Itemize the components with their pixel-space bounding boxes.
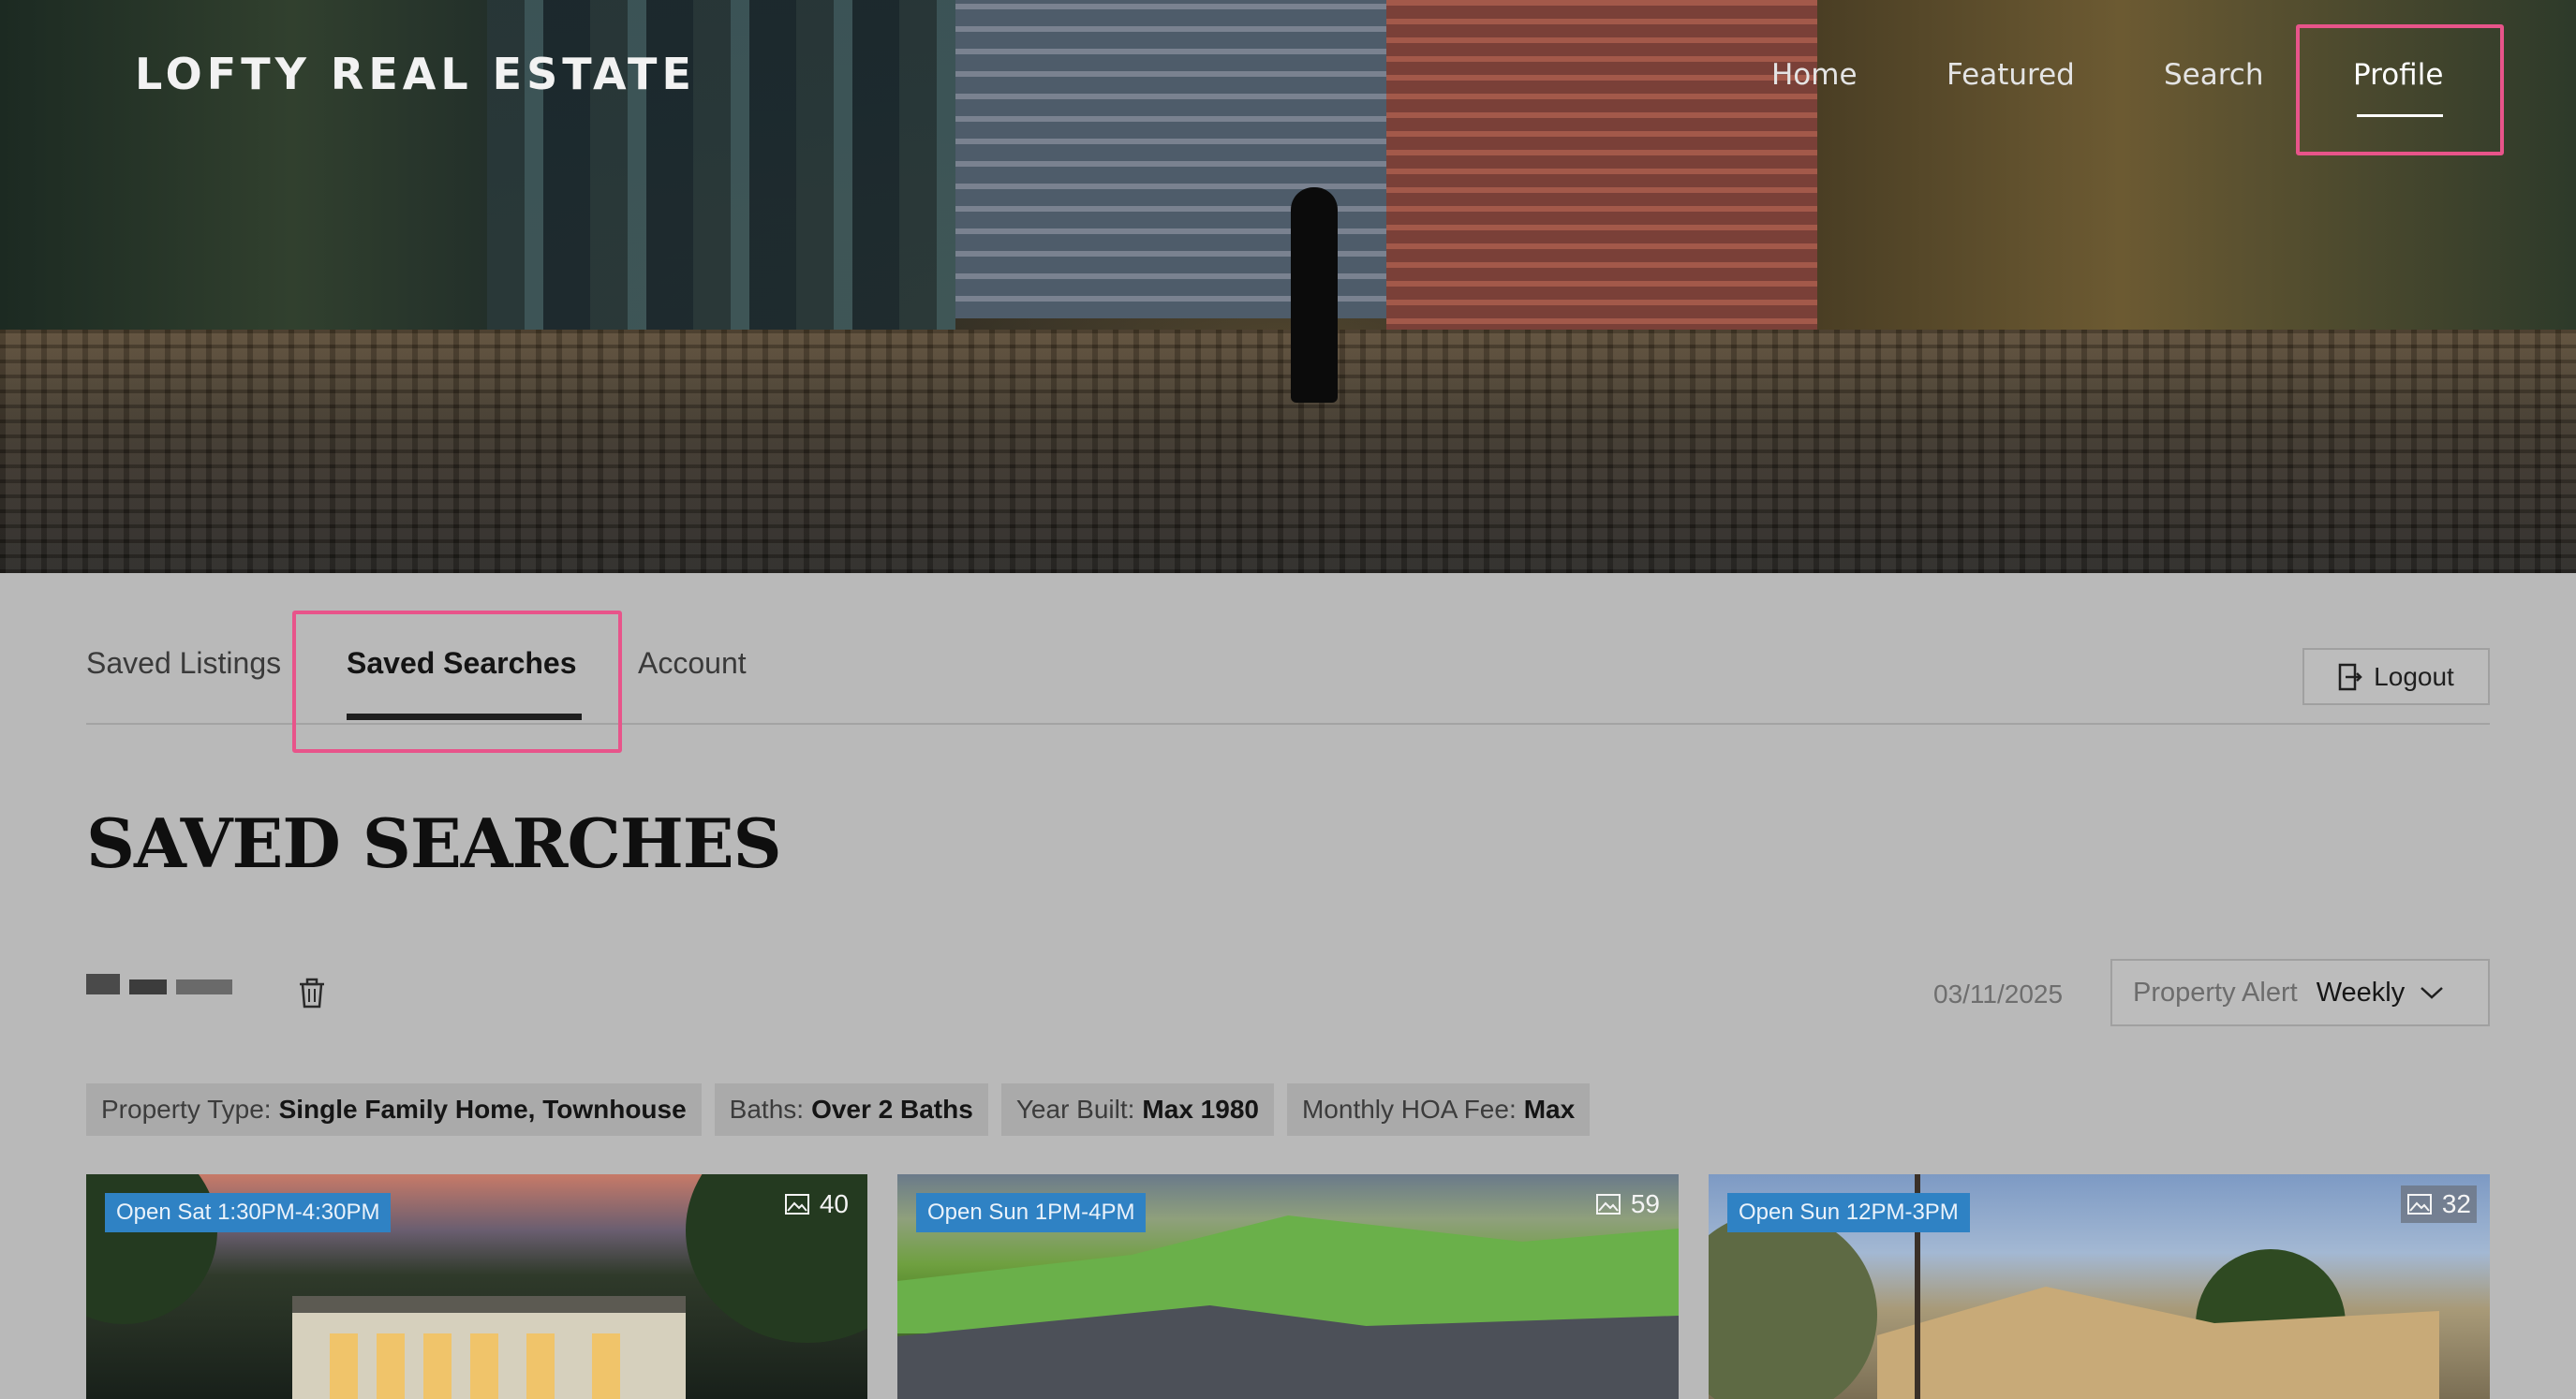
listing-photo-house (1877, 1287, 2439, 1399)
filter-chip: Monthly HOA Fee: Max (1286, 1083, 1591, 1136)
trash-icon[interactable] (296, 978, 328, 1009)
photo-count[interactable]: 59 (1590, 1185, 1666, 1223)
photo-count[interactable]: 32 (2400, 1185, 2477, 1223)
tab-highlight-box (292, 611, 622, 753)
listing-card[interactable]: Open Sun 1PM-4PM 59 (897, 1174, 1679, 1399)
photo-count[interactable]: 40 (778, 1185, 854, 1223)
chevron-down-icon (2421, 987, 2444, 999)
property-alert-dropdown[interactable]: Property Alert Weekly (2110, 959, 2490, 1026)
saved-search-date: 03/11/2025 (1933, 979, 2064, 1009)
image-icon (2406, 1194, 2432, 1215)
photo-count-value: 59 (1630, 1189, 1660, 1218)
site-logo[interactable]: LOFTY REAL ESTATE (135, 49, 696, 99)
logout-label: Logout (2374, 661, 2454, 691)
nav-home[interactable]: Home (1771, 58, 1858, 92)
open-house-badge: Open Sun 1PM-4PM (916, 1193, 1147, 1232)
saved-search-name-redacted (86, 974, 232, 994)
tab-account[interactable]: Account (638, 646, 747, 681)
photo-count-value: 40 (819, 1189, 849, 1218)
open-house-badge: Open Sun 12PM-3PM (1727, 1193, 1970, 1232)
profile-highlight-box (2296, 24, 2504, 155)
logout-icon (2338, 663, 2362, 690)
filter-chip: Year Built: Max 1980 (1000, 1083, 1274, 1136)
property-alert-value: Weekly (2316, 977, 2406, 1008)
listing-photo-house (292, 1296, 686, 1399)
property-alert-label: Property Alert (2133, 977, 2298, 1008)
open-house-badge: Open Sat 1:30PM-4:30PM (105, 1193, 392, 1232)
filter-chip-list: Property Type: Single Family Home, Townho… (86, 1083, 1591, 1136)
nav-featured[interactable]: Featured (1947, 58, 2075, 92)
photo-count-value: 32 (2441, 1189, 2471, 1218)
page-title: SAVED SEARCHES (86, 803, 782, 883)
image-icon (784, 1194, 809, 1215)
filter-chip: Baths: Over 2 Baths (714, 1083, 988, 1136)
filter-chip: Property Type: Single Family Home, Townho… (86, 1083, 702, 1136)
tab-saved-listings[interactable]: Saved Listings (86, 646, 281, 681)
hero-person-silhouette (1291, 187, 1338, 403)
hero-street (0, 330, 2576, 573)
listing-card[interactable]: Open Sun 12PM-3PM 32 (1709, 1174, 2490, 1399)
image-icon (1595, 1194, 1621, 1215)
nav-search[interactable]: Search (2164, 58, 2264, 92)
listing-photo-tree (1709, 1212, 1877, 1399)
hero-building (1386, 0, 1817, 356)
listing-card[interactable]: Open Sat 1:30PM-4:30PM 40 (86, 1174, 867, 1399)
logout-button[interactable]: Logout (2302, 648, 2490, 705)
